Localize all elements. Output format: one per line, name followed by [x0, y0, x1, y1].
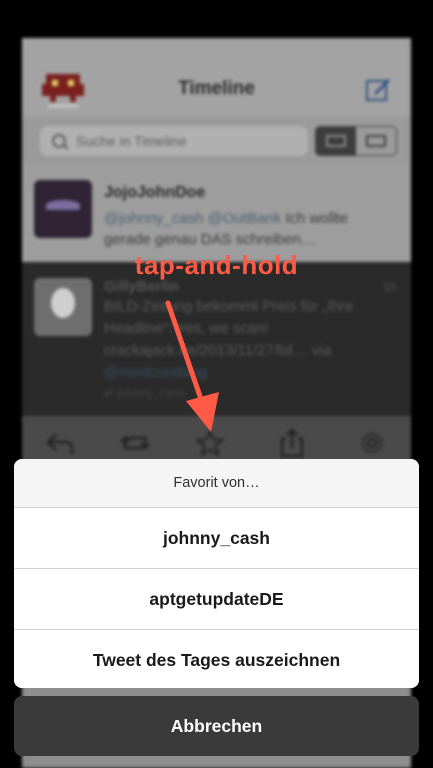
- compose-icon[interactable]: [365, 76, 391, 102]
- tweet-body: BILD-Zeitung bekommt Preis für „Ihre Hea…: [104, 298, 354, 359]
- tweet-author: JojoJohnDoe: [104, 184, 206, 201]
- layout-toggle[interactable]: [315, 126, 397, 156]
- option-johnny-cash[interactable]: johnny_cash: [14, 508, 419, 569]
- annotation-label: tap-and-hold: [134, 250, 299, 280]
- tweet-mentions[interactable]: @johnny_cash @OutBank: [104, 210, 281, 227]
- tweet-text: BILD-Zeitung bekommt Preis für „Ihre Hea…: [104, 296, 399, 384]
- page-title: Timeline: [178, 78, 255, 99]
- retweet-icon[interactable]: [119, 428, 151, 458]
- avatar[interactable]: [34, 180, 92, 238]
- share-icon[interactable]: [276, 428, 308, 458]
- option-aptgetupdatede[interactable]: aptgetupdateDE: [14, 569, 419, 630]
- action-sheet-title: Favorit von…: [14, 459, 419, 508]
- reply-icon[interactable]: [44, 428, 76, 458]
- search-bar: Suche in Timeline: [22, 116, 411, 164]
- retweet-info: ⇄ johnny_cash: [104, 386, 185, 400]
- avatar[interactable]: [34, 278, 92, 336]
- star-icon[interactable]: [194, 428, 226, 458]
- action-sheet: Favorit von… johnny_cash aptgetupdateDE …: [14, 459, 419, 688]
- navigation-bar: Timeline: [22, 38, 411, 116]
- option-tweet-des-tages[interactable]: Tweet des Tages auszeichnen: [14, 630, 419, 688]
- tweet-text: @johnny_cash @OutBank Ich wollte gerade …: [104, 208, 389, 250]
- tweet-time: 1h: [383, 280, 397, 294]
- gear-icon[interactable]: [356, 428, 388, 458]
- tweet-row-selected[interactable]: GillyBerlin 1h BILD-Zeitung bekommt Prei…: [22, 262, 411, 416]
- search-input[interactable]: Suche in Timeline: [40, 126, 308, 156]
- tweet-row[interactable]: JojoJohnDoe @johnny_cash @OutBank Ich wo…: [22, 164, 411, 262]
- search-icon: [52, 134, 66, 148]
- cancel-button[interactable]: Abbrechen: [14, 696, 419, 756]
- layout-toggle-left[interactable]: [316, 127, 356, 155]
- tweet-mention[interactable]: @nerdcoreblog: [104, 364, 207, 381]
- search-placeholder: Suche in Timeline: [76, 133, 187, 149]
- retweeted-by: johnny_cash: [117, 386, 185, 400]
